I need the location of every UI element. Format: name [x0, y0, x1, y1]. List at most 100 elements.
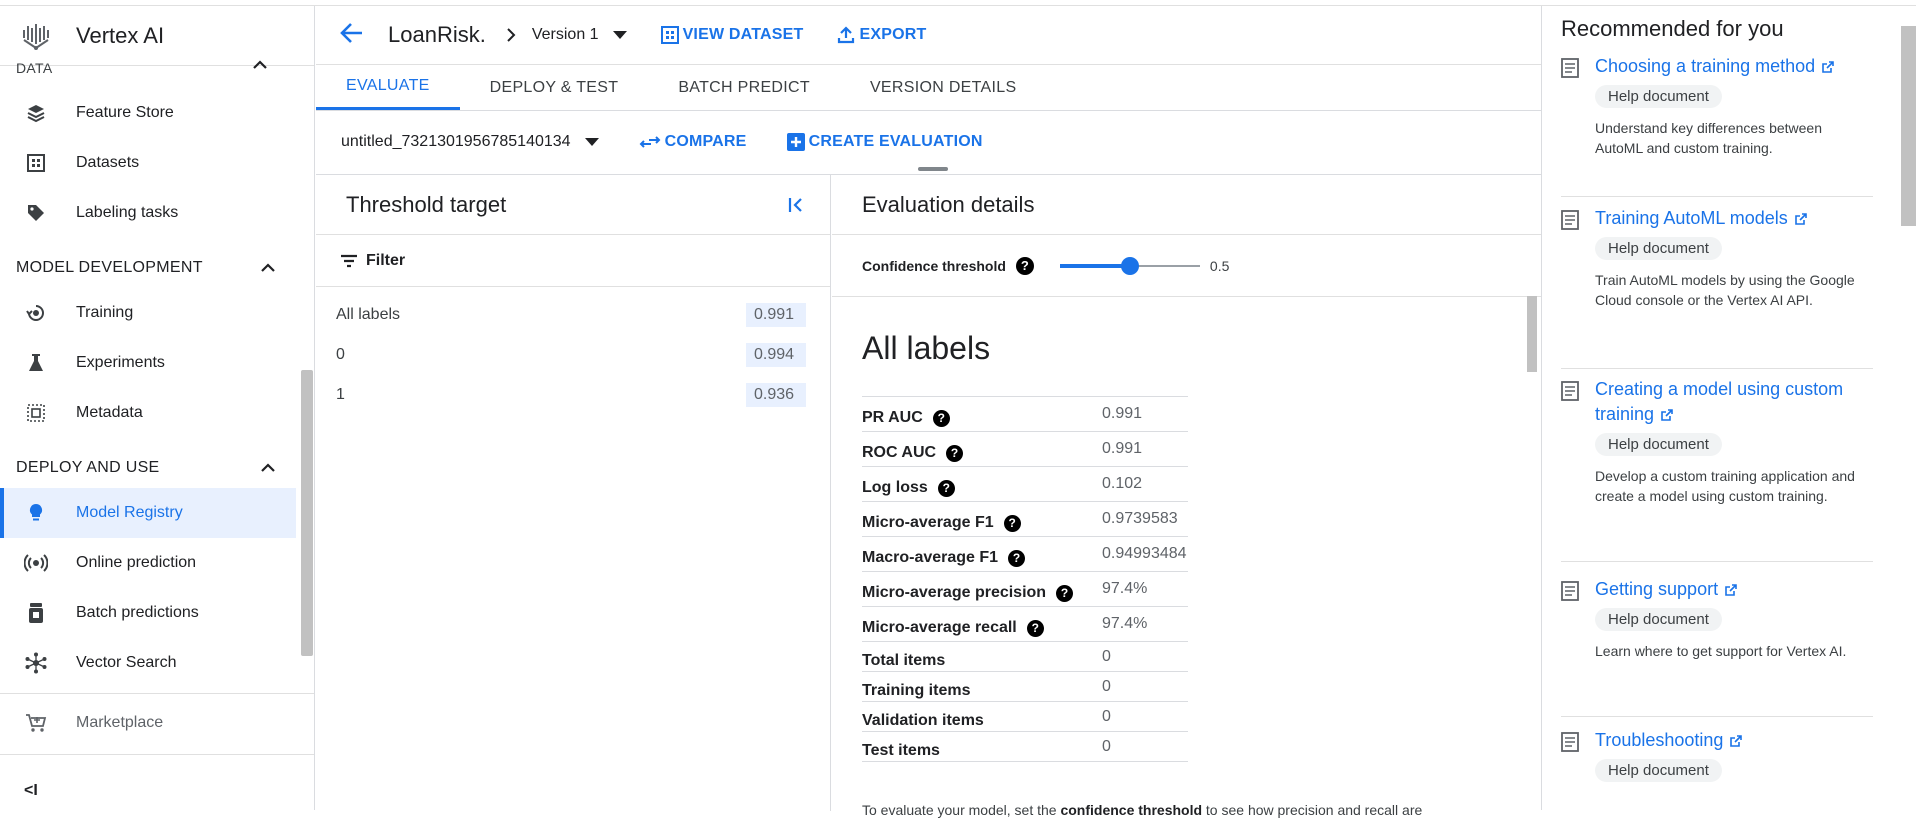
recommend-link[interactable]: Creating a model using custom training [1595, 377, 1865, 427]
metric-value: 97.4% [1102, 606, 1188, 642]
help-icon[interactable]: ? [1003, 514, 1021, 532]
sidebar-item-label: Online prediction [76, 554, 197, 571]
sidebar-item-training[interactable]: Training [0, 288, 296, 338]
main-content: LoanRisk. Version 1 VIEW DATASET EXPORT … [316, 6, 1541, 818]
evaluation-content: Threshold target Filter All labels 0.991… [316, 174, 1541, 818]
collapse-nav-button[interactable]: <I [24, 782, 38, 800]
metric-name-cell: Training items [862, 671, 1102, 702]
recommend-description: Learn where to get support for Vertex AI… [1595, 643, 1847, 659]
open-in-new-icon [1794, 213, 1807, 225]
sidebar-item-label: Batch predictions [76, 604, 199, 621]
help-icon[interactable]: ? [1056, 584, 1074, 602]
back-arrow-icon[interactable] [340, 22, 364, 48]
tab-deploy-and-test[interactable]: DEPLOY & TEST [460, 65, 649, 110]
sidebar-item-online-prediction[interactable]: Online prediction [0, 538, 296, 588]
recommend-item: Choosing a training method Help document… [1561, 54, 1873, 197]
sidebar-item-feature-store[interactable]: Feature Store [0, 88, 296, 138]
metric-row: Total items 0 [862, 641, 1188, 672]
confidence-threshold-slider[interactable] [1059, 256, 1200, 275]
broadcast-icon [24, 551, 48, 575]
recommend-link[interactable]: Troubleshooting [1595, 728, 1873, 753]
open-in-new-icon [1725, 584, 1737, 596]
document-icon [1561, 581, 1579, 601]
section-label: DEPLOY AND USE [16, 459, 160, 476]
help-text-bold: confidence threshold [1060, 802, 1203, 818]
help-text-suffix: to see how precision and recall are [1202, 802, 1423, 818]
left-navigation: Vertex AI DATA Feature Store Datasets La… [0, 6, 315, 810]
recommend-description: Develop a custom training application an… [1595, 468, 1855, 504]
view-dataset-button[interactable]: VIEW DATASET [660, 26, 804, 44]
evaluation-select[interactable]: untitled_7321301956785140134 [341, 133, 599, 151]
create-evaluation-button[interactable]: CREATE EVALUATION [786, 133, 983, 151]
create-evaluation-label: CREATE EVALUATION [808, 133, 983, 150]
metric-name: PR AUC [862, 409, 923, 426]
recommend-link[interactable]: Choosing a training method [1595, 54, 1873, 79]
help-document-chip: Help document [1595, 759, 1722, 782]
document-icon [1561, 381, 1579, 401]
metric-name-cell: ROC AUC? [862, 431, 1102, 467]
help-icon[interactable]: ? [932, 409, 950, 427]
metric-row: Micro-average precision? 97.4% [862, 571, 1188, 607]
recommend-link[interactable]: Getting support [1595, 577, 1873, 602]
help-icon[interactable]: ? [1026, 619, 1044, 637]
recommend-item: Training AutoML models Help document Tra… [1561, 206, 1873, 369]
help-icon[interactable]: ? [946, 444, 964, 462]
tab-batch-predict[interactable]: BATCH PREDICT [648, 65, 840, 110]
export-label: EXPORT [859, 26, 927, 43]
chevron-up-icon[interactable] [252, 60, 268, 70]
nav-divider [0, 693, 314, 694]
lightbulb-icon [24, 501, 48, 525]
version-select[interactable]: Version 1 [532, 26, 599, 44]
sidebar-item-model-registry[interactable]: Model Registry [0, 488, 296, 538]
sidebar-item-metadata[interactable]: Metadata [0, 388, 296, 438]
help-icon[interactable]: ? [937, 479, 955, 497]
sidebar-item-vector-search[interactable]: Vector Search [0, 638, 296, 688]
sidebar-item-experiments[interactable]: Experiments [0, 338, 296, 388]
threshold-row-label: 0 [336, 346, 345, 363]
collapse-left-icon[interactable] [788, 197, 806, 213]
dropdown-arrow-icon[interactable] [612, 31, 627, 39]
metric-row: Log loss? 0.102 [862, 466, 1188, 502]
tab-version-details[interactable]: VERSION DETAILS [840, 65, 1046, 110]
threshold-row[interactable]: 1 0.936 [316, 375, 830, 415]
sidebar-item-labeling-tasks[interactable]: Labeling tasks [0, 188, 296, 238]
section-deploy-and-use-header[interactable]: DEPLOY AND USE [16, 448, 276, 488]
metric-row: Training items 0 [862, 671, 1188, 702]
filter-bar[interactable]: Filter [316, 235, 830, 287]
recommend-link[interactable]: Training AutoML models [1595, 206, 1873, 231]
metric-name: Training items [862, 681, 971, 699]
metric-name: Micro-average precision [862, 584, 1047, 601]
compare-label: COMPARE [664, 133, 747, 150]
sidebar-item-batch-predictions[interactable]: Batch predictions [0, 588, 296, 638]
sidebar-scrollbar[interactable] [301, 370, 313, 656]
details-scrollbar[interactable] [1527, 296, 1537, 372]
recommend-scrollbar[interactable] [1901, 26, 1916, 226]
metric-name-cell: Log loss? [862, 466, 1102, 502]
metric-name: ROC AUC [862, 444, 937, 461]
metric-row: Micro-average F1? 0.9739583 [862, 501, 1188, 537]
section-model-development-header[interactable]: MODEL DEVELOPMENT [16, 248, 276, 288]
compare-button[interactable]: COMPARE [639, 133, 747, 151]
flask-icon [24, 351, 48, 375]
resize-handle[interactable] [918, 167, 948, 171]
metric-name: Test items [862, 741, 940, 759]
dropdown-arrow-icon [584, 138, 599, 146]
sidebar-item-datasets[interactable]: Datasets [0, 138, 296, 188]
export-button[interactable]: EXPORT [837, 26, 926, 44]
threshold-row[interactable]: All labels 0.991 [316, 295, 830, 335]
tab-evaluate[interactable]: EVALUATE [316, 65, 460, 110]
recommend-link-text: Troubleshooting [1595, 730, 1724, 750]
slider-thumb[interactable] [1120, 256, 1139, 275]
metadata-icon [24, 401, 48, 425]
recommended-panel: Recommended for you Choosing a training … [1541, 6, 1916, 810]
sidebar-item-marketplace[interactable]: Marketplace [0, 698, 296, 748]
threshold-panel-header: Threshold target [316, 175, 830, 235]
help-icon[interactable]: ? [1015, 256, 1034, 275]
threshold-row[interactable]: 0 0.994 [316, 335, 830, 375]
metric-value: 0 [1102, 641, 1188, 672]
threshold-target-panel: Threshold target Filter All labels 0.991… [316, 175, 831, 811]
metric-row: Macro-average F1? 0.94993484 [862, 536, 1188, 572]
help-icon[interactable]: ? [1008, 549, 1026, 567]
dataset-grid-icon [660, 26, 679, 44]
threshold-target-title: Threshold target [346, 191, 507, 217]
